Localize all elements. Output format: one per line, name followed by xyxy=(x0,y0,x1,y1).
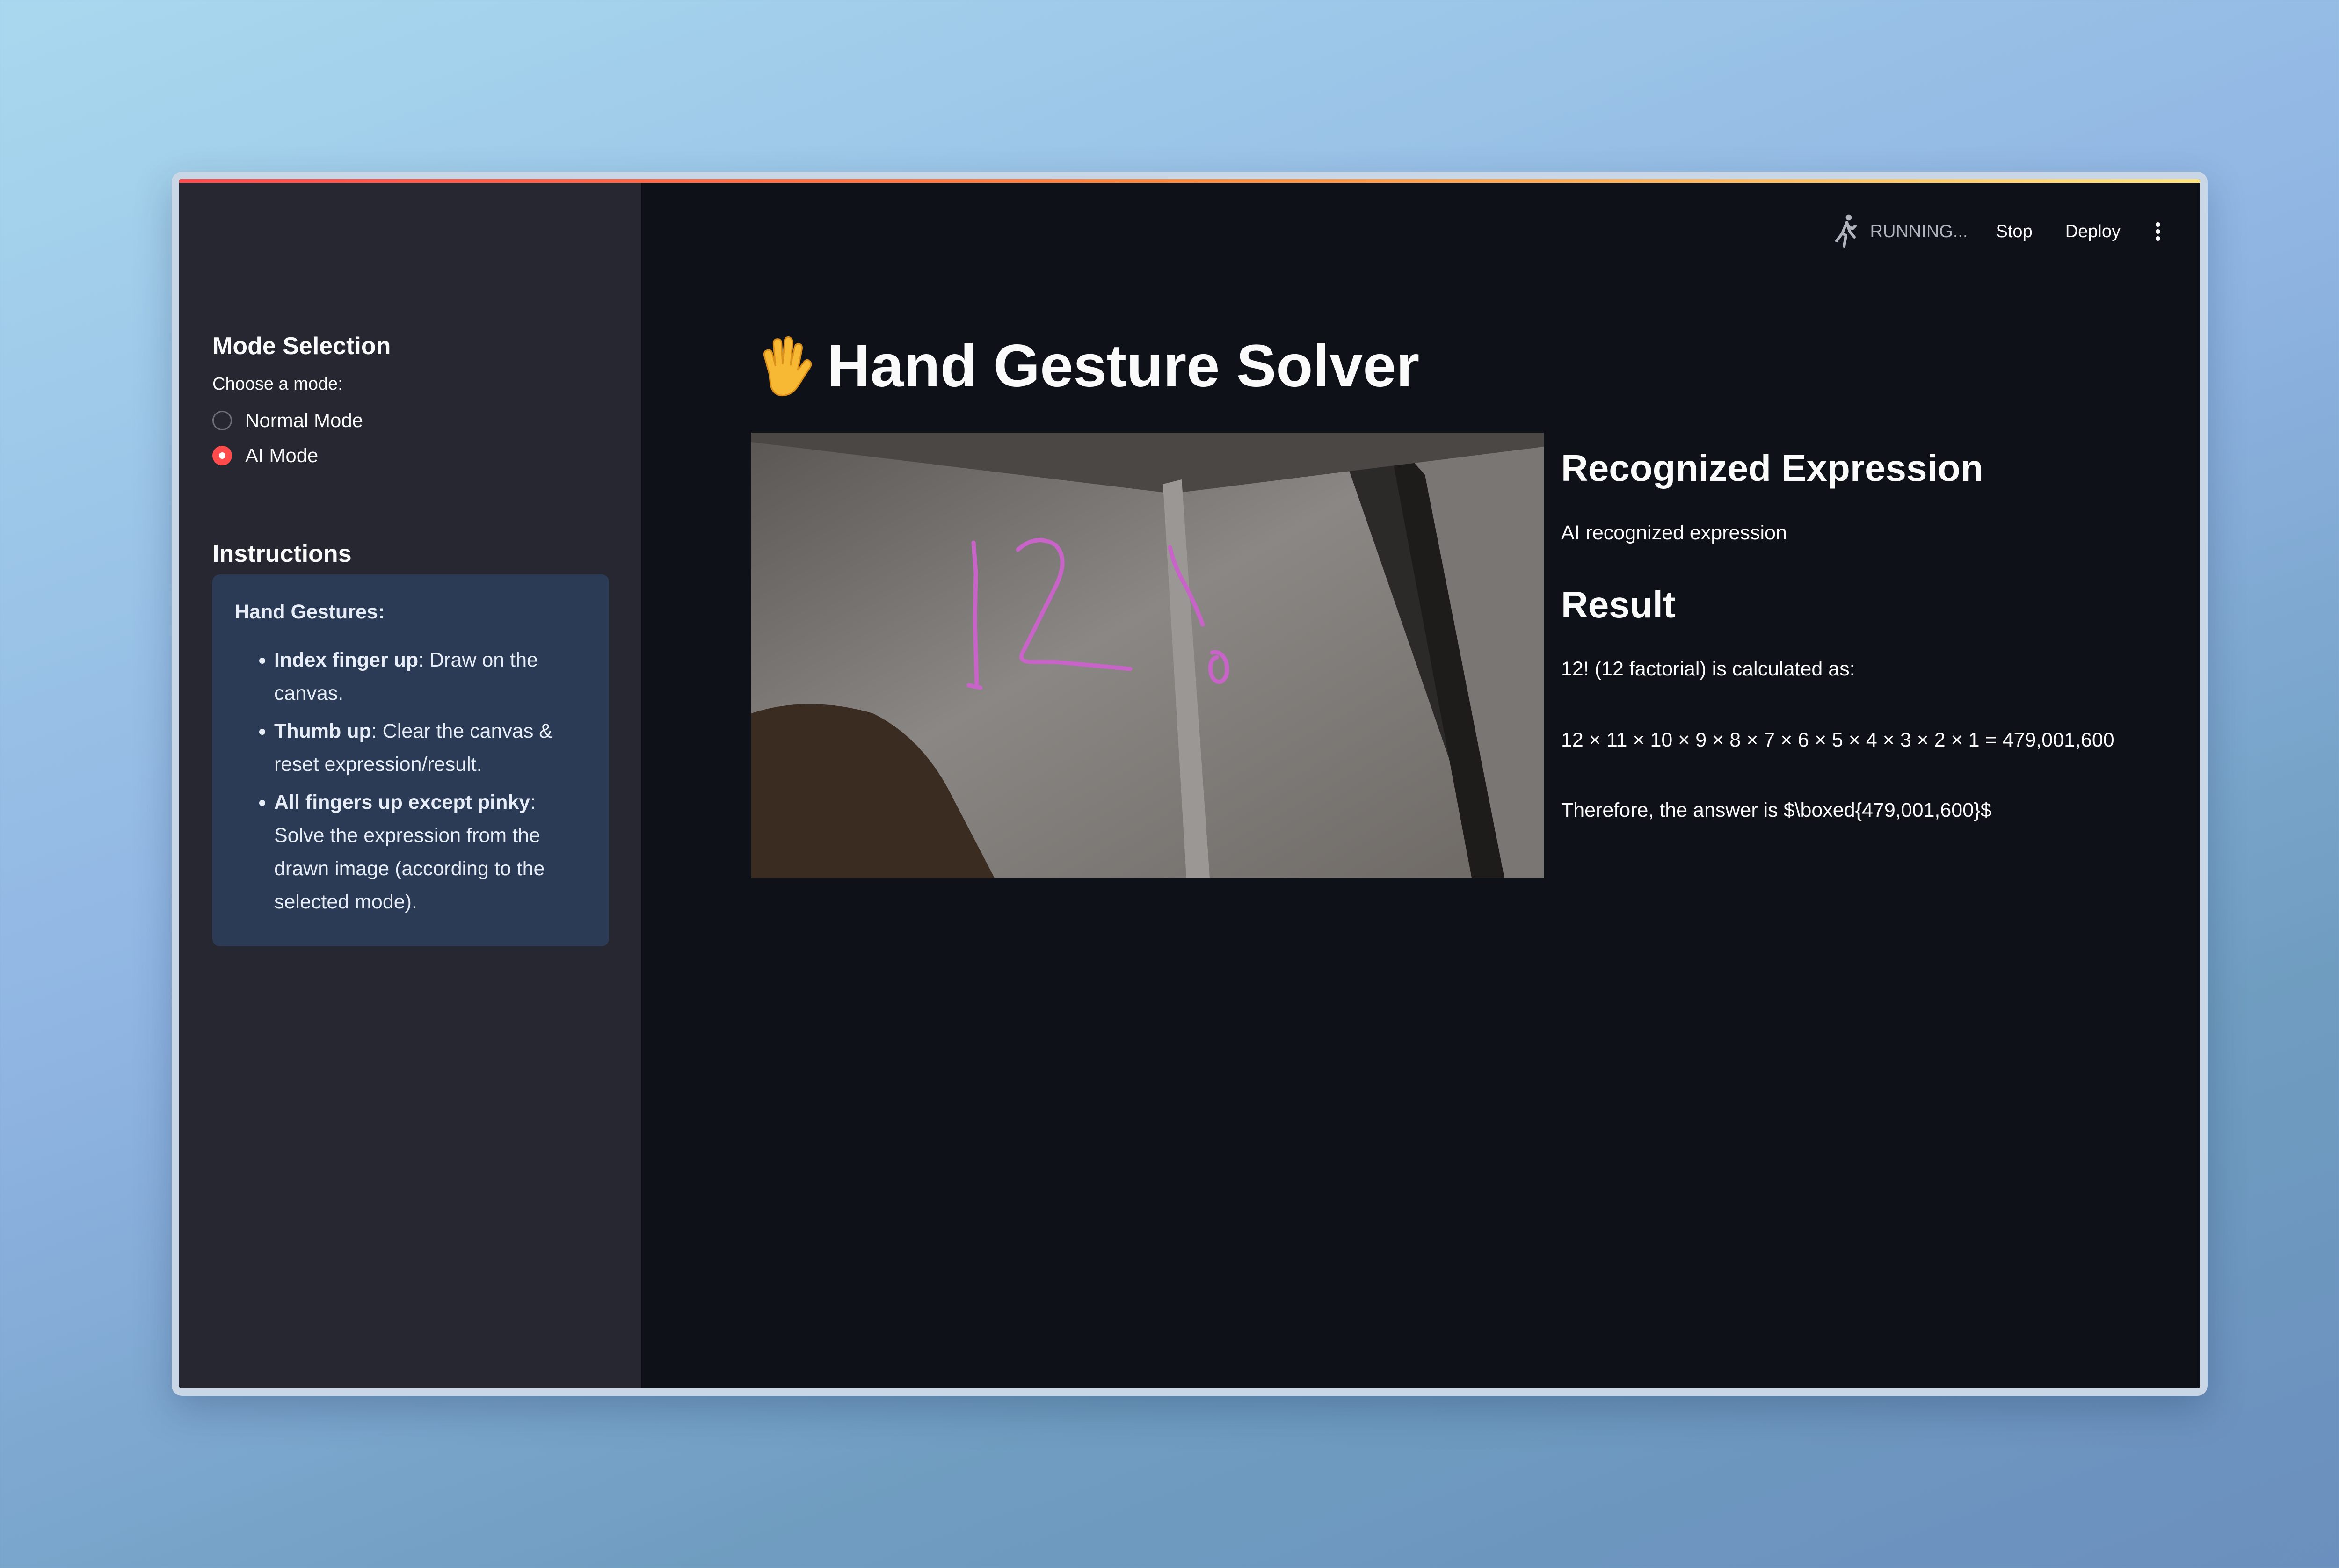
info-header: Hand Gestures: xyxy=(235,601,385,623)
result-line: 12! (12 factorial) is calculated as: xyxy=(1561,658,1855,680)
gesture-name: All fingers up except pinky xyxy=(274,791,530,813)
title-text: Hand Gesture Solver xyxy=(827,333,1420,399)
header-decoration xyxy=(179,179,2200,183)
running-man-icon xyxy=(1835,214,1857,248)
gesture-item: Index finger up: Draw on the canvas. xyxy=(274,644,587,710)
gesture-list: Index finger up: Draw on the canvas. Thu… xyxy=(235,644,587,919)
streamlit-app: Mode Selection Choose a mode: Normal Mod… xyxy=(179,179,2200,1388)
result-line: Therefore, the answer is $\boxed{479,001… xyxy=(1561,799,1992,821)
page-title: Hand Gesture Solver xyxy=(751,332,1419,400)
gesture-name: Thumb up xyxy=(274,720,371,742)
main-content: RUNNING... Stop Deploy Hand Gesture Solv… xyxy=(641,179,2200,1388)
kebab-menu-icon[interactable] xyxy=(2153,218,2163,246)
radio-ai-mode-label: AI Mode xyxy=(245,444,319,466)
sidebar: Mode Selection Choose a mode: Normal Mod… xyxy=(179,179,641,1388)
instructions-heading: Instructions xyxy=(212,540,352,567)
webcam-frame-image xyxy=(751,433,1544,878)
mode-radio-label: Choose a mode: xyxy=(212,374,343,394)
webcam-canvas xyxy=(751,433,1544,878)
gesture-item: All fingers up except pinky: Solve the e… xyxy=(274,786,587,919)
gesture-item: Thumb up: Clear the canvas & reset expre… xyxy=(274,715,587,781)
mode-selection-heading: Mode Selection xyxy=(212,333,391,360)
radio-normal-mode-label: Normal Mode xyxy=(245,409,363,431)
result-heading: Result xyxy=(1561,584,1676,625)
running-label: RUNNING... xyxy=(1870,221,1968,241)
stop-button[interactable]: Stop xyxy=(1996,222,2033,242)
radio-unchecked-icon[interactable] xyxy=(212,411,232,430)
running-status: RUNNING... xyxy=(1833,213,1968,250)
browser-window: Mode Selection Choose a mode: Normal Mod… xyxy=(172,172,2208,1396)
recognized-expression-heading: Recognized Expression xyxy=(1561,447,1983,489)
recognized-expression-text: AI recognized expression xyxy=(1561,522,1787,544)
gesture-name: Index finger up xyxy=(274,649,419,671)
radio-ai-mode[interactable]: AI Mode xyxy=(212,444,318,467)
deploy-button[interactable]: Deploy xyxy=(2065,222,2121,242)
radio-normal-mode[interactable]: Normal Mode xyxy=(212,409,363,432)
raised-hand-icon xyxy=(763,336,812,396)
app-toolbar: RUNNING... Stop Deploy xyxy=(1833,213,2163,250)
radio-checked-icon[interactable] xyxy=(212,446,232,465)
instructions-info-box: Hand Gestures: Index finger up: Draw on … xyxy=(212,574,609,946)
result-line: 12 × 11 × 10 × 9 × 8 × 7 × 6 × 5 × 4 × 3… xyxy=(1561,729,2114,751)
